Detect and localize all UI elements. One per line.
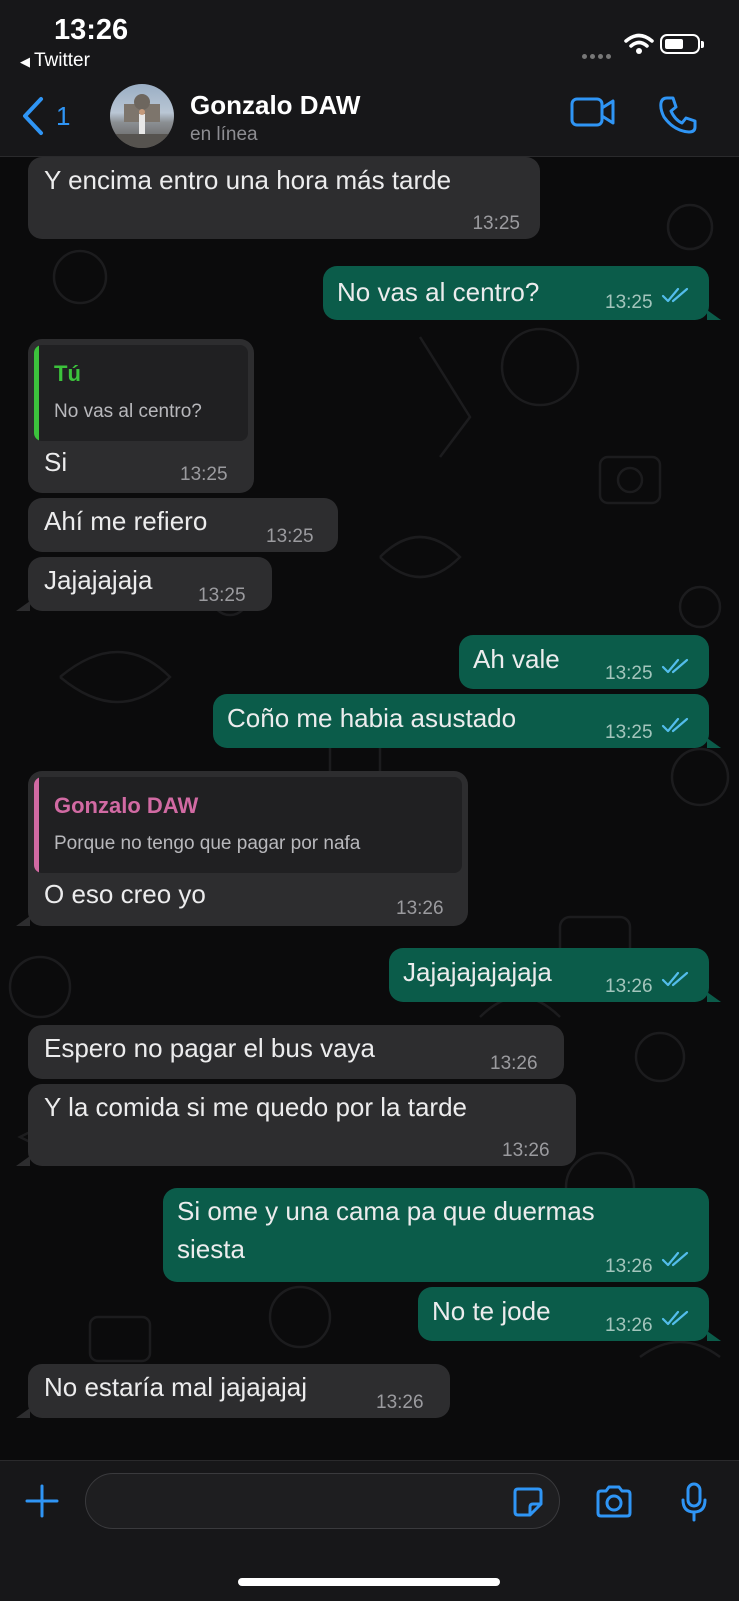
read-ticks-icon [661, 1310, 689, 1326]
message-incoming[interactable]: Ahí me refiero 13:25 [28, 498, 338, 552]
message-incoming[interactable]: Y la comida si me quedo por la tarde 13:… [28, 1084, 576, 1166]
message-text-line2: siesta [177, 1234, 245, 1264]
message-incoming[interactable]: Jajajajaja 13:25 [28, 557, 272, 611]
quote-accent-bar [34, 777, 39, 873]
quoted-message[interactable]: Tú No vas al centro? [34, 345, 248, 441]
contact-status: en línea [190, 124, 258, 145]
message-text: Jajajajaja [44, 565, 153, 595]
signal-icon [582, 46, 614, 64]
message-text: O eso creo yo [44, 879, 206, 909]
message-time: 13:25 [605, 292, 653, 313]
message-time: 13:25 [266, 526, 314, 547]
message-time: 13:26 [605, 1256, 653, 1277]
quote-author: Tú [54, 361, 81, 386]
contact-name[interactable]: Gonzalo DAW [190, 90, 360, 121]
message-outgoing[interactable]: Jajajajajajaja 13:26 [389, 948, 709, 1002]
message-input-bar [0, 1460, 739, 1601]
bubble-tail [16, 1408, 30, 1418]
message-text: Y la comida si me quedo por la tarde [44, 1092, 467, 1122]
read-ticks-icon [661, 971, 689, 987]
message-text: Coño me habia asustado [227, 703, 517, 733]
message-text: No vas al centro? [337, 277, 540, 307]
message-time: 13:26 [376, 1392, 424, 1413]
video-call-icon[interactable] [570, 96, 616, 128]
avatar-photo [110, 94, 174, 148]
message-input[interactable] [85, 1473, 560, 1529]
message-text: Espero no pagar el bus vaya [44, 1033, 375, 1063]
bubble-tail [707, 310, 721, 320]
camera-icon[interactable] [594, 1484, 634, 1520]
read-ticks-icon [661, 1251, 689, 1267]
message-time: 13:26 [605, 976, 653, 997]
bubble-tail [16, 1156, 30, 1166]
bubble-tail [16, 601, 30, 611]
chat-header: 1 Gonzalo DAW en línea [0, 80, 739, 157]
message-outgoing[interactable]: No te jode 13:26 [418, 1287, 709, 1341]
quote-text: No vas al centro? [54, 401, 202, 422]
message-text: Jajajajajajaja [403, 957, 552, 987]
message-text: Ahí me refiero [44, 506, 208, 536]
message-text: No estaría mal jajajajaj [44, 1372, 308, 1402]
message-incoming-reply[interactable]: Tú No vas al centro? Si 13:25 [28, 339, 254, 493]
bubble-tail [707, 738, 721, 748]
back-chevron-icon [23, 97, 43, 135]
quote-text: Porque no tengo que pagar por nafa [54, 833, 361, 854]
bubble-tail [707, 1331, 721, 1341]
chat-area[interactable]: Y encima entro una hora más tarde 13:25 … [0, 157, 739, 1460]
message-time: 13:26 [502, 1140, 550, 1161]
read-ticks-icon [661, 717, 689, 733]
status-time: 13:26 [54, 14, 129, 46]
message-text-line1: Si ome y una cama pa que duermas [177, 1196, 595, 1226]
message-outgoing[interactable]: Coño me habia asustado 13:25 [213, 694, 709, 748]
quoted-message[interactable]: Gonzalo DAW Porque no tengo que pagar po… [34, 777, 462, 873]
message-text: Si [44, 447, 68, 477]
message-time: 13:25 [605, 722, 653, 743]
sticker-icon[interactable] [512, 1486, 544, 1518]
message-incoming[interactable]: No estaría mal jajajajaj 13:26 [28, 1364, 450, 1418]
message-outgoing[interactable]: Si ome y una cama pa que duermas siesta … [163, 1188, 709, 1282]
back-to-app-link[interactable]: ◀ Twitter [20, 50, 90, 72]
message-text: Ah vale [473, 644, 560, 674]
message-text: No te jode [432, 1296, 551, 1326]
contact-avatar[interactable] [110, 84, 174, 148]
message-time: 13:26 [490, 1053, 538, 1074]
message-time: 13:25 [180, 464, 228, 485]
wifi-icon [624, 33, 654, 54]
bubble-tail [16, 916, 30, 926]
phone-icon[interactable] [658, 95, 698, 135]
read-ticks-icon [661, 658, 689, 674]
battery-icon [660, 34, 704, 54]
message-time: 13:26 [396, 898, 444, 919]
message-incoming-reply[interactable]: Gonzalo DAW Porque no tengo que pagar po… [28, 771, 468, 926]
message-time: 13:25 [605, 663, 653, 684]
home-indicator[interactable] [238, 1578, 500, 1586]
read-ticks-icon [661, 287, 689, 303]
back-triangle-icon: ◀ [20, 54, 30, 69]
back-app-label: Twitter [34, 50, 90, 71]
status-bar: 13:26 ◀ Twitter [0, 0, 739, 80]
back-button[interactable]: 1 [20, 96, 70, 136]
message-text: Y encima entro una hora más tarde [44, 165, 452, 195]
quote-author: Gonzalo DAW [54, 793, 199, 818]
message-time: 13:25 [198, 585, 246, 606]
quote-accent-bar [34, 345, 39, 441]
message-outgoing[interactable]: Ah vale 13:25 [459, 635, 709, 689]
message-outgoing[interactable]: No vas al centro? 13:25 [323, 266, 709, 320]
message-incoming[interactable]: Y encima entro una hora más tarde 13:25 [28, 157, 540, 239]
message-time: 13:26 [605, 1315, 653, 1336]
unread-count: 1 [56, 100, 71, 131]
microphone-icon[interactable] [680, 1481, 708, 1523]
bubble-tail [707, 992, 721, 1002]
message-incoming[interactable]: Espero no pagar el bus vaya 13:26 [28, 1025, 564, 1079]
message-time: 13:25 [472, 213, 520, 234]
plus-icon[interactable] [24, 1483, 60, 1519]
